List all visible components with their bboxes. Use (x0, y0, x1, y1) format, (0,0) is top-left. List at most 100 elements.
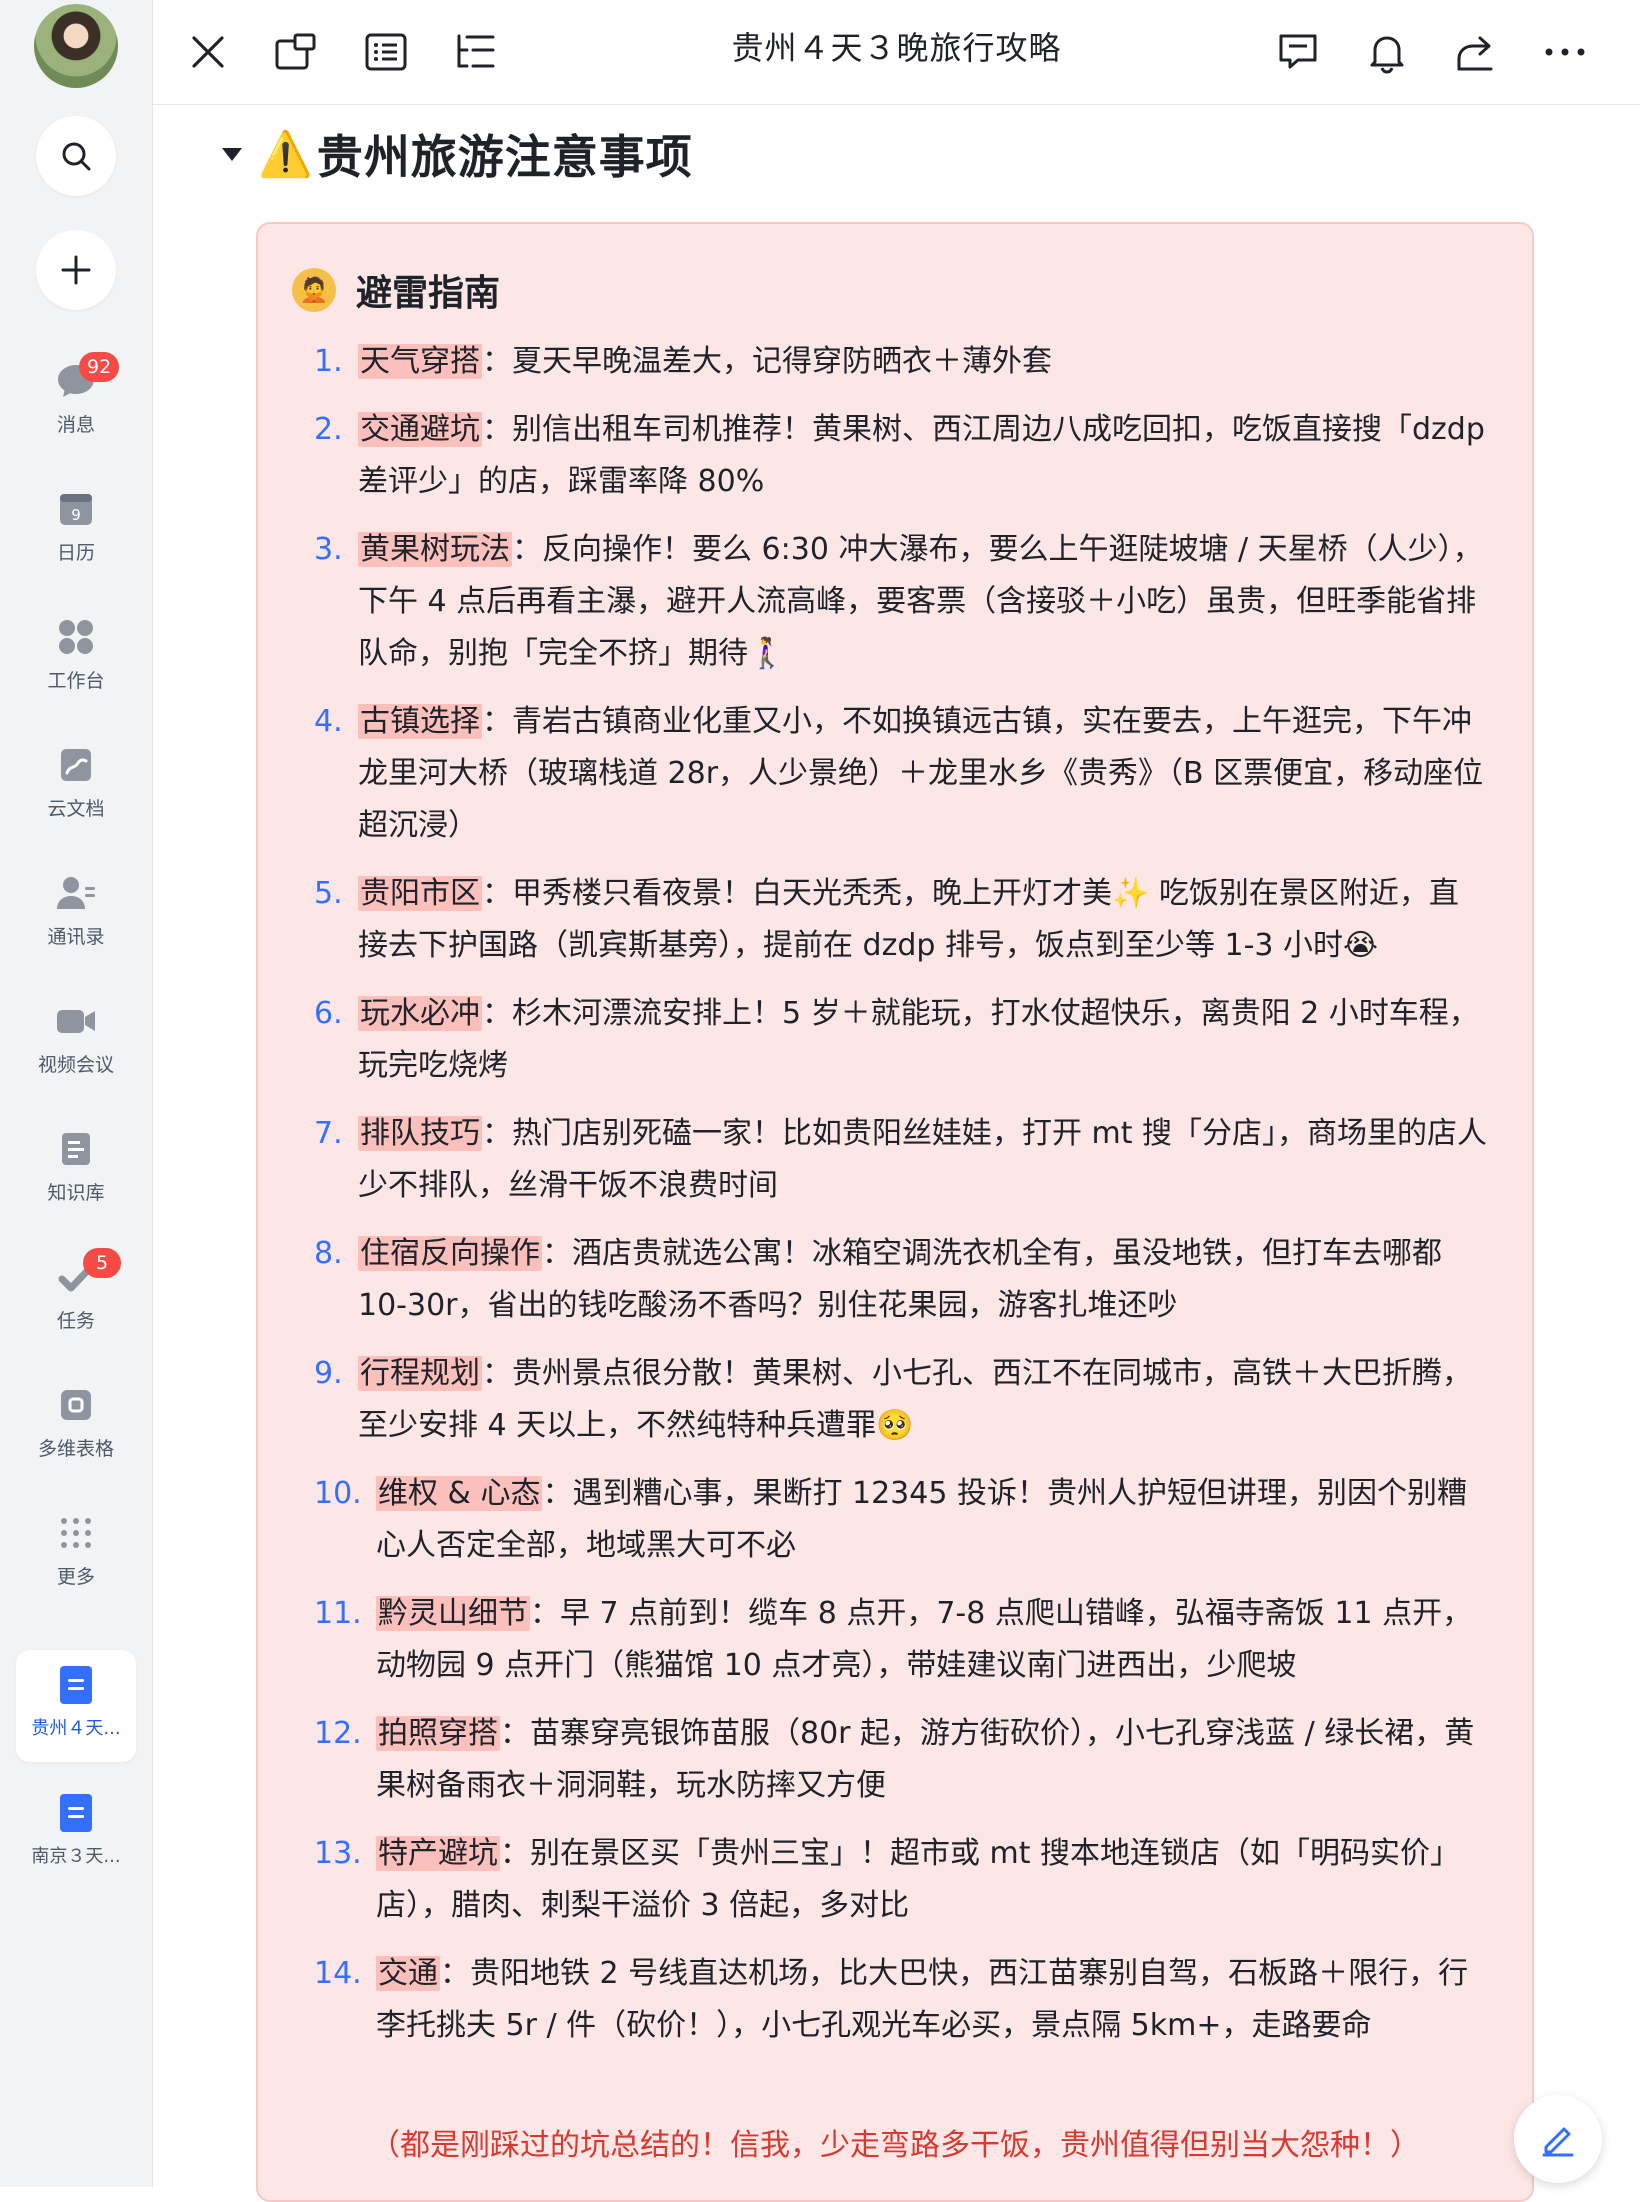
sidebar-item-label: 日历 (56, 542, 95, 564)
item-tag: 玩水必冲 (358, 996, 482, 1031)
sidebar-item-label: 云文档 (47, 798, 105, 820)
comment-icon (1276, 31, 1320, 73)
outline-button[interactable] (358, 24, 414, 80)
item-text: ：甲秀楼只看夜景！白天光秃秃，晚上开灯才美✨ 吃饭别在景区附近，直接去下护国路（… (358, 876, 1459, 963)
tree-outline-icon (453, 32, 497, 72)
list-view-icon (364, 32, 408, 72)
new-window-button[interactable] (268, 24, 324, 80)
list-item: 10. 维权 & 心态：遇到糟心事，果断打 12345 投诉！贵州人护短但讲理，… (314, 1468, 1488, 1572)
list-number: 2. (314, 412, 343, 447)
open-doc-label: 贵州４天... (31, 1718, 121, 1739)
callout-emoji-icon: 🙅 (292, 268, 336, 312)
close-button[interactable] (180, 24, 236, 80)
list-number: 7. (314, 1116, 343, 1151)
search-button[interactable] (36, 116, 116, 196)
plus-icon (59, 253, 93, 287)
sidebar-item-calendar[interactable]: 9 日历 (0, 474, 152, 584)
list-item: 9. 行程规划：贵州景点很分散！黄果树、小七孔、西江不在同城市，高铁＋大巴折腾，… (314, 1348, 1488, 1452)
task-check-icon: 5 (53, 1248, 121, 1300)
avatar[interactable] (34, 4, 118, 88)
more-dots-icon (53, 1510, 99, 1556)
list-item: 7. 排队技巧：热门店别死磕一家！比如贵阳丝娃娃，打开 mt 搜「分店」，商场里… (314, 1108, 1488, 1212)
search-icon (59, 139, 93, 173)
item-text: ：别在景区买「贵州三宝」！超市或 mt 搜本地连锁店（如「明码实价」店），腊肉、… (376, 1836, 1461, 1923)
section-heading: ⚠️ 贵州旅游注意事项 (222, 122, 693, 186)
collapse-toggle-icon[interactable] (222, 147, 242, 161)
item-text: ：早 7 点前到！缆车 8 点开，7-8 点爬山错峰，弘福寺斋饭 11 点开，动… (376, 1596, 1473, 1683)
list-number: 14. (314, 1956, 362, 1991)
item-text: ：热门店别死磕一家！比如贵阳丝娃娃，打开 mt 搜「分店」，商场里的店人少不排队… (358, 1116, 1488, 1203)
list-number: 9. (314, 1356, 343, 1391)
list-item: 11. 黔灵山细节：早 7 点前到！缆车 8 点开，7-8 点爬山错峰，弘福寺斋… (314, 1588, 1488, 1692)
calendar-icon: 9 (53, 486, 99, 532)
item-text: ：杉木河漂流安排上！5 岁＋就能玩，打水仗超快乐，离贵阳 2 小时车程，玩完吃烧… (358, 996, 1479, 1083)
sidebar-item-messages[interactable]: 92 消息 (0, 346, 152, 456)
close-icon (188, 32, 228, 72)
list-item: 2. 交通避坑：别信出租车司机推荐！黄果树、西江周边八成吃回扣，吃饭直接搜「dz… (314, 404, 1488, 508)
callout-footer-note: （都是刚踩过的坑总结的！信我，少走弯路多干饭，贵州值得但别当大怨种！） (370, 2128, 1420, 2163)
open-doc-tab[interactable]: 贵州４天... (16, 1650, 136, 1762)
item-tag: 古镇选择 (358, 704, 482, 739)
callout-block: 🙅 避雷指南 1. 天气穿搭：夏天早晚温差大，记得穿防晒衣＋薄外套 2. 交通避… (256, 222, 1534, 2202)
list-number: 3. (314, 532, 343, 567)
sidebar-item-label: 更多 (56, 1566, 95, 1588)
create-button[interactable] (36, 230, 116, 310)
item-tag: 拍照穿搭 (376, 1716, 500, 1751)
apps-grid-icon (53, 614, 99, 660)
item-text: ：反向操作！要么 6:30 冲大瀑布，要么上午逛陡坡塘 / 天星桥（人少），下午… (358, 532, 1483, 671)
sidebar-item-label: 通讯录 (47, 926, 105, 948)
base-table-icon (53, 1382, 99, 1428)
comments-button[interactable] (1270, 24, 1326, 80)
list-number: 5. (314, 876, 343, 911)
list-item: 3. 黄果树玩法：反向操作！要么 6:30 冲大瀑布，要么上午逛陡坡塘 / 天星… (314, 524, 1488, 680)
sidebar-item-workplace[interactable]: 工作台 (0, 602, 152, 712)
sidebar-item-tasks[interactable]: 5 任务 (0, 1242, 152, 1352)
sidebar-item-cloud-docs[interactable]: 云文档 (0, 730, 152, 840)
open-doc-tab[interactable]: 南京３天... (16, 1778, 136, 1890)
directory-button[interactable] (447, 24, 503, 80)
warning-icon: ⚠️ (258, 129, 313, 180)
item-text: ：贵阳地铁 2 号线直达机场，比大巴快，西江苗寨别自驾，石板路＋限行，行李托挑夫… (376, 1956, 1469, 2043)
document-toolbar: 贵州４天３晚旅行攻略 (153, 0, 1640, 105)
sidebar-item-label: 消息 (56, 414, 95, 436)
share-icon (1453, 31, 1497, 73)
sidebar-item-knowledge-base[interactable]: 知识库 (0, 1114, 152, 1224)
item-tag: 天气穿搭 (358, 344, 482, 379)
item-tag: 交通避坑 (358, 412, 482, 447)
item-tag: 交通 (376, 1956, 440, 1991)
list-item: 6. 玩水必冲：杉木河漂流安排上！5 岁＋就能玩，打水仗超快乐，离贵阳 2 小时… (314, 988, 1488, 1092)
knowledge-base-icon (53, 1126, 99, 1172)
app-sidebar: 92 消息 9 日历 工作台 云文档 通讯录 视频会议 知识库 5 任务 多维表… (0, 0, 153, 2187)
sidebar-item-contacts[interactable]: 通讯录 (0, 858, 152, 968)
sidebar-item-label: 视频会议 (37, 1054, 114, 1076)
sidebar-item-video-meeting[interactable]: 视频会议 (0, 986, 152, 1096)
list-number: 8. (314, 1236, 343, 1271)
notifications-button[interactable] (1359, 24, 1415, 80)
list-number: 12. (314, 1716, 362, 1751)
item-tag: 行程规划 (358, 1356, 482, 1391)
bell-icon (1366, 30, 1408, 74)
section-heading-text: 贵州旅游注意事项 (316, 130, 693, 184)
open-doc-label: 南京３天... (31, 1846, 121, 1867)
document-icon (60, 1794, 92, 1832)
more-options-button[interactable] (1537, 24, 1593, 80)
document-icon (60, 1666, 92, 1704)
sidebar-item-label: 工作台 (47, 670, 105, 692)
sidebar-item-more[interactable]: 更多 (0, 1498, 152, 1608)
item-tag: 特产避坑 (376, 1836, 500, 1871)
svg-text:9: 9 (71, 506, 81, 524)
share-button[interactable] (1447, 24, 1503, 80)
callout-title: 避雷指南 (356, 273, 501, 314)
list-item: 12. 拍照穿搭：苗寨穿亮银饰苗服（80r 起，游方街砍价），小七孔穿浅蓝 / … (314, 1708, 1488, 1812)
item-text: ：苗寨穿亮银饰苗服（80r 起，游方街砍价），小七孔穿浅蓝 / 绿长裙，黄果树备… (376, 1716, 1475, 1803)
more-horizontal-icon (1543, 42, 1587, 62)
edit-button[interactable] (1514, 2095, 1602, 2183)
item-tag: 黄果树玩法 (358, 532, 512, 567)
new-window-icon (274, 32, 318, 72)
sidebar-item-label: 任务 (56, 1310, 95, 1332)
list-item: 5. 贵阳市区：甲秀楼只看夜景！白天光秃秃，晚上开灯才美✨ 吃饭别在景区附近，直… (314, 868, 1488, 972)
video-camera-icon (53, 998, 99, 1044)
callout-header: 🙅 避雷指南 (292, 264, 500, 316)
sidebar-item-base[interactable]: 多维表格 (0, 1370, 152, 1480)
item-tag: 住宿反向操作 (358, 1236, 542, 1271)
